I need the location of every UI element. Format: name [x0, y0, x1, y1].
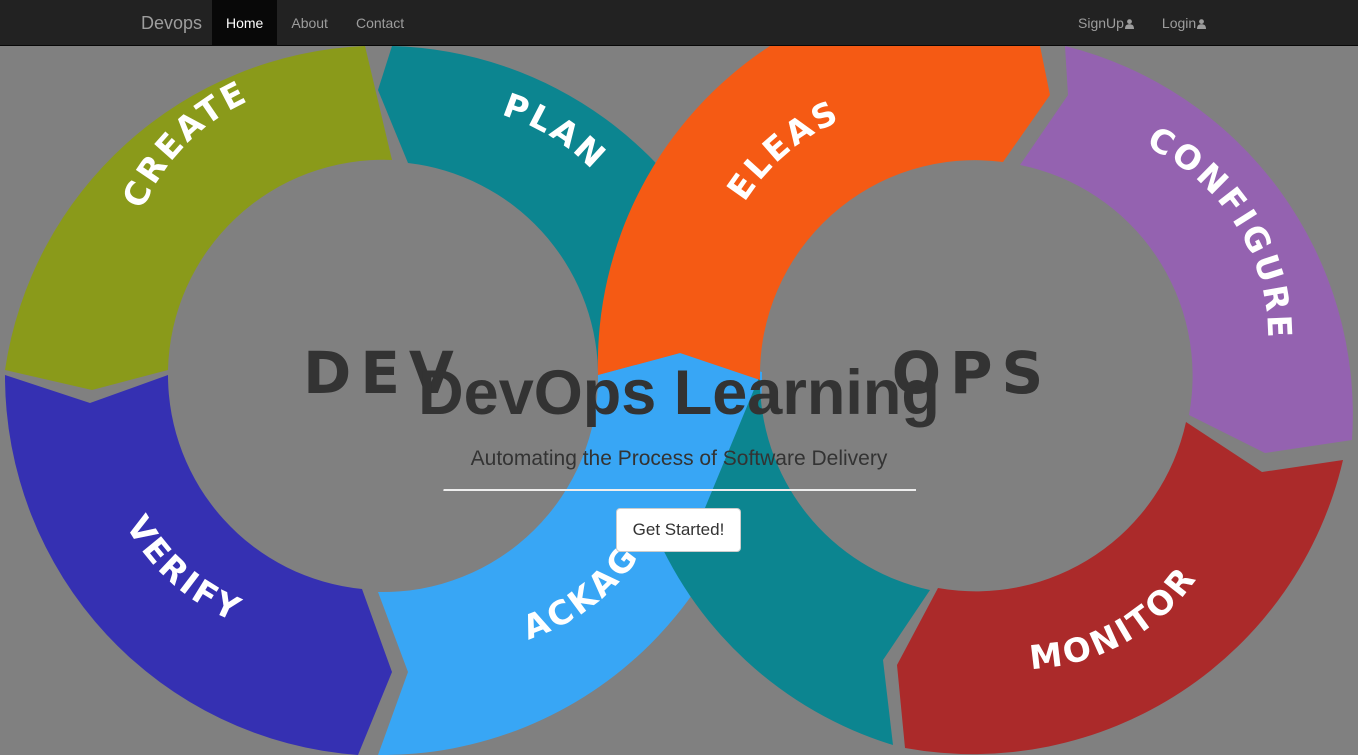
nav-home[interactable]: Home [212, 0, 278, 46]
auth-nav: SignUp Login [1064, 0, 1220, 46]
top-navbar: Devops Home About Contact SignUp Login [0, 0, 1358, 46]
hero-divider [443, 489, 916, 491]
nav-login[interactable]: Login [1148, 0, 1220, 46]
brand-link[interactable]: Devops [141, 0, 202, 46]
hero-subtitle: Automating the Process of Software Deliv… [470, 447, 888, 470]
main-nav: Home About Contact [212, 0, 418, 46]
hero-title: DevOps Learning [418, 358, 940, 428]
user-icon [1197, 19, 1207, 29]
signup-label: SignUp [1078, 15, 1124, 31]
verify-segment [4, 375, 392, 755]
nav-contact[interactable]: Contact [342, 0, 418, 46]
user-icon [1124, 19, 1134, 29]
nav-about[interactable]: About [277, 0, 342, 46]
nav-signup[interactable]: SignUp [1064, 0, 1148, 46]
login-label: Login [1161, 15, 1197, 31]
get-started-button[interactable]: Get Started! [616, 508, 741, 552]
